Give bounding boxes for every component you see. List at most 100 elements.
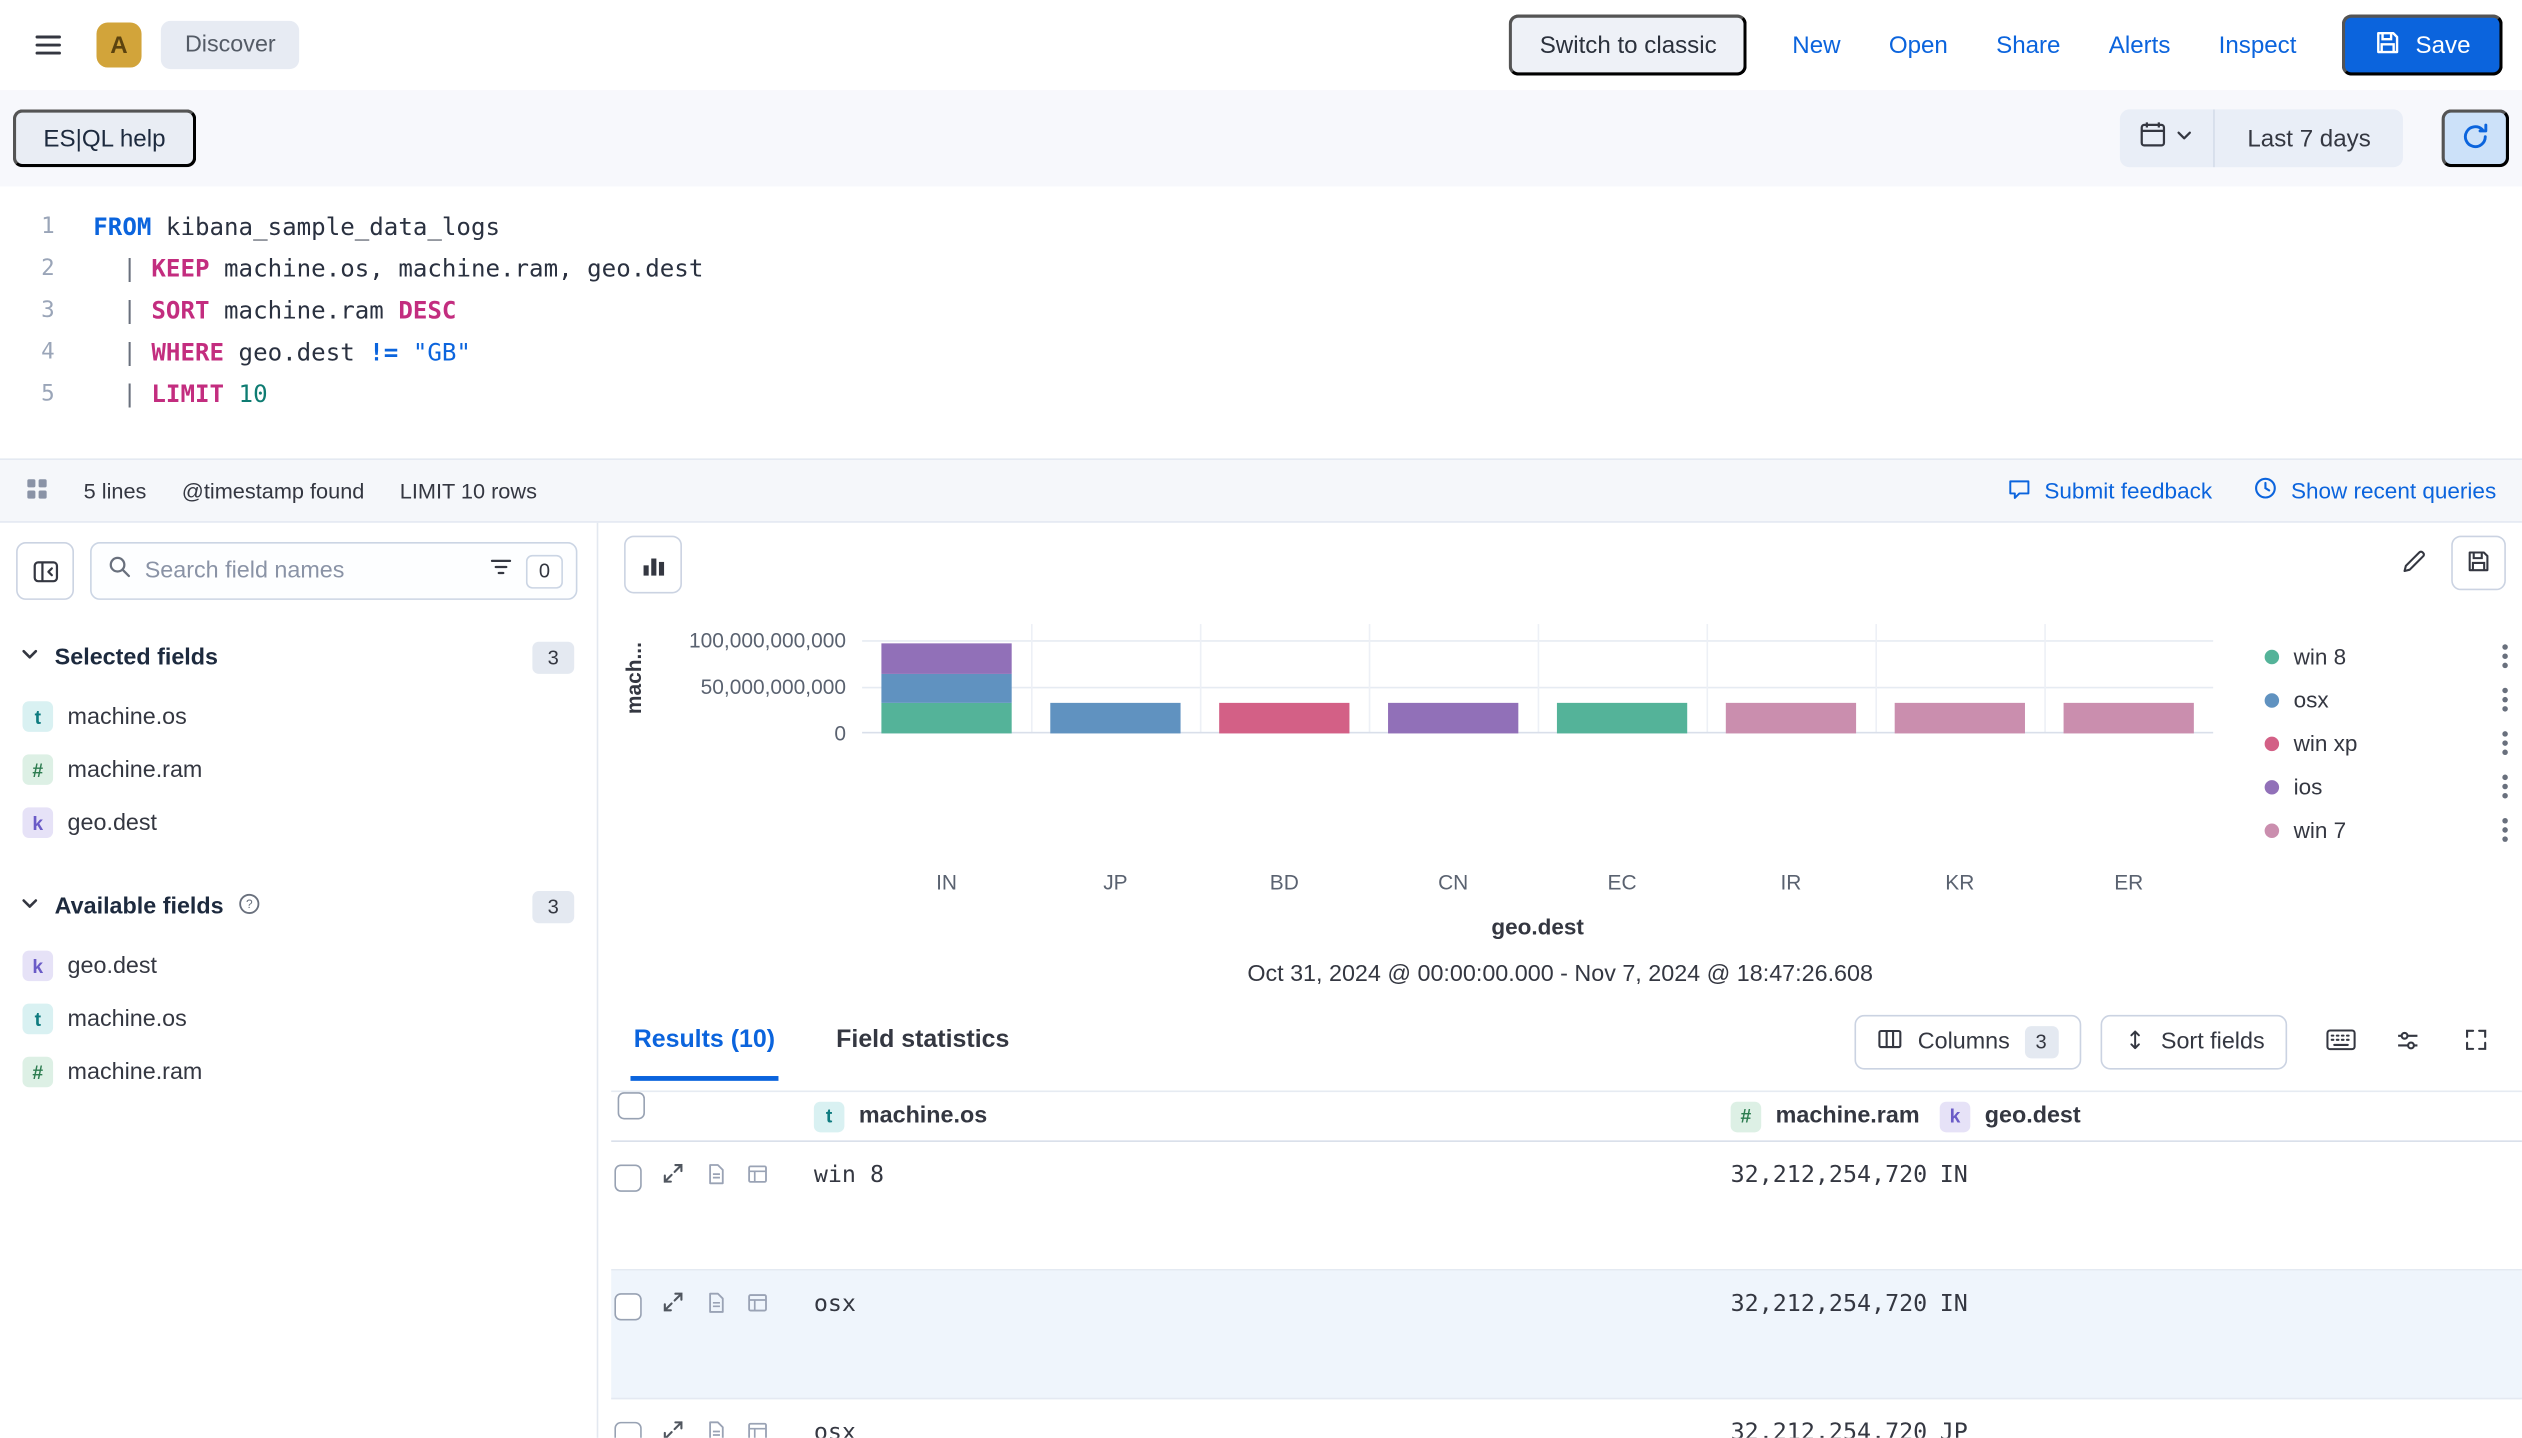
row-checkbox[interactable]: [614, 1421, 641, 1438]
legend-actions-icon[interactable]: [2501, 774, 2509, 800]
date-quick-select-button[interactable]: [2120, 109, 2215, 167]
view-in-table-icon[interactable]: [746, 1291, 769, 1322]
nav-link-new[interactable]: New: [1792, 31, 1840, 58]
field-item-geo.dest[interactable]: kgeo.dest: [16, 796, 577, 849]
code-line[interactable]: 1FROM kibana_sample_data_logs: [0, 206, 2522, 248]
legend-actions-icon[interactable]: [2501, 643, 2509, 669]
code-line[interactable]: 4 | WHERE geo.dest != "GB": [0, 331, 2522, 373]
refresh-query-button[interactable]: [2442, 109, 2510, 167]
fullscreen-button[interactable]: [2448, 1015, 2503, 1070]
x-tick-label: ER: [2044, 870, 2213, 894]
row-checkbox[interactable]: [614, 1164, 641, 1191]
available-fields-header[interactable]: Available fields ? 3: [16, 888, 577, 927]
search-icon: [108, 555, 132, 587]
legend-actions-icon[interactable]: [2501, 730, 2509, 756]
gridline: [1538, 624, 1540, 733]
time-range-value[interactable]: Last 7 days: [2215, 109, 2403, 167]
histogram-chart[interactable]: mach... 100,000,000,00050,000,000,0000 w…: [598, 624, 2522, 860]
field-item-machine.os[interactable]: tmachine.os: [16, 690, 577, 743]
help-icon[interactable]: ?: [238, 892, 261, 923]
bar-segment-osx-IN[interactable]: [881, 673, 1011, 703]
legend-item-win-8[interactable]: win 8: [2265, 643, 2509, 669]
bar-segment-osx-JP[interactable]: [1050, 703, 1180, 733]
bar-segment-win-xp-BD[interactable]: [1219, 703, 1349, 733]
chevron-down-icon: [19, 893, 40, 922]
menu-icon[interactable]: [19, 16, 77, 74]
bar-segment-win-7-ER[interactable]: [2064, 703, 2194, 733]
save-button[interactable]: Save: [2342, 14, 2503, 75]
view-in-table-icon[interactable]: [746, 1419, 769, 1437]
esql-editor[interactable]: 1FROM kibana_sample_data_logs2 | KEEP ma…: [0, 187, 2522, 459]
column-header-machine.ram[interactable]: #machine.ram: [1718, 1101, 1927, 1132]
bar-segment-ios-IN[interactable]: [881, 643, 1011, 673]
cell-machine.ram: 32,212,254,720: [1718, 1271, 1927, 1318]
columns-count-badge: 3: [2024, 1026, 2058, 1058]
expand-row-icon[interactable]: [661, 1161, 685, 1193]
collapse-sidebar-button[interactable]: [16, 542, 74, 600]
select-all-checkbox[interactable]: [618, 1092, 645, 1119]
columns-button[interactable]: Columns 3: [1855, 1015, 2080, 1070]
view-document-icon[interactable]: [704, 1162, 727, 1193]
view-document-icon[interactable]: [704, 1291, 727, 1322]
text-type-icon: t: [23, 1004, 54, 1035]
legend-item-osx[interactable]: osx: [2265, 687, 2509, 713]
legend-item-ios[interactable]: ios: [2265, 774, 2509, 800]
recent-queries-link[interactable]: Show recent queries: [2254, 476, 2496, 505]
legend-label: osx: [2294, 687, 2329, 713]
breadcrumb[interactable]: Discover: [161, 21, 300, 69]
code-line[interactable]: 3 | SORT machine.ram DESC: [0, 290, 2522, 332]
y-tick-label: 0: [834, 721, 846, 745]
save-icon: [2466, 548, 2492, 579]
switch-to-classic-button[interactable]: Switch to classic: [1509, 14, 1747, 75]
x-axis-ticks: INJPBDCNECIRKRER: [862, 870, 2213, 894]
fields-sidebar: 0 Selected fields 3 tmachine.os#machine.…: [0, 523, 598, 1438]
legend-actions-icon[interactable]: [2501, 687, 2509, 713]
chart-type-button[interactable]: [624, 536, 682, 594]
save-visualization-button[interactable]: [2451, 536, 2506, 591]
selected-fields-header[interactable]: Selected fields 3: [16, 639, 577, 678]
view-in-table-icon[interactable]: [746, 1162, 769, 1193]
bar-segment-win-7-KR[interactable]: [1895, 703, 2025, 733]
results-tabs-row: Results (10) Field statistics Columns 3: [598, 1013, 2522, 1081]
expand-row-icon[interactable]: [661, 1419, 685, 1438]
bar-segment-win-8-EC[interactable]: [1557, 703, 1687, 733]
field-item-machine.os[interactable]: tmachine.os: [16, 992, 577, 1045]
tab-results[interactable]: Results (10): [630, 1013, 778, 1081]
field-item-geo.dest[interactable]: kgeo.dest: [16, 939, 577, 992]
field-item-machine.ram[interactable]: #machine.ram: [16, 743, 577, 796]
column-header-geo.dest[interactable]: kgeo.dest: [1927, 1101, 2522, 1132]
y-axis-ticks: 100,000,000,00050,000,000,0000: [653, 624, 862, 733]
edit-visualization-button[interactable]: [2387, 536, 2442, 591]
x-tick-label: IR: [1707, 870, 1876, 894]
bar-segment-win-8-IN[interactable]: [881, 703, 1011, 733]
field-item-machine.ram[interactable]: #machine.ram: [16, 1045, 577, 1098]
nav-link-inspect[interactable]: Inspect: [2219, 31, 2297, 58]
x-tick-label: KR: [1875, 870, 2044, 894]
sort-fields-button[interactable]: Sort fields: [2100, 1015, 2287, 1070]
row-checkbox[interactable]: [614, 1292, 641, 1319]
nav-link-alerts[interactable]: Alerts: [2109, 31, 2171, 58]
legend-item-win-xp[interactable]: win xp: [2265, 730, 2509, 756]
tab-field-statistics[interactable]: Field statistics: [833, 1013, 1013, 1081]
code-line[interactable]: 2 | KEEP machine.os, machine.ram, geo.de…: [0, 248, 2522, 290]
column-header-machine.os[interactable]: tmachine.os: [801, 1101, 1718, 1132]
keyboard-shortcuts-button[interactable]: [2313, 1015, 2368, 1070]
legend-label: win xp: [2294, 730, 2358, 756]
expand-row-icon[interactable]: [661, 1290, 685, 1322]
code-line[interactable]: 5 | LIMIT 10: [0, 373, 2522, 415]
nav-link-share[interactable]: Share: [1996, 31, 2060, 58]
legend-item-win-7[interactable]: win 7: [2265, 817, 2509, 843]
esql-help-button[interactable]: ES|QL help: [13, 109, 196, 167]
nav-link-open[interactable]: Open: [1889, 31, 1948, 58]
header-controls-cell: [611, 1092, 801, 1119]
filter-icon[interactable]: [489, 555, 513, 587]
bar-segment-ios-CN[interactable]: [1388, 703, 1518, 733]
legend-actions-icon[interactable]: [2501, 817, 2509, 843]
space-avatar[interactable]: A: [97, 23, 142, 68]
display-options-button[interactable]: [2380, 1015, 2435, 1070]
bar-segment-win-7-IR[interactable]: [1726, 703, 1856, 733]
search-field-names-input[interactable]: [145, 558, 476, 584]
submit-feedback-link[interactable]: Submit feedback: [2007, 476, 2212, 505]
view-document-icon[interactable]: [704, 1419, 727, 1437]
editor-grid-icon: [26, 477, 49, 504]
